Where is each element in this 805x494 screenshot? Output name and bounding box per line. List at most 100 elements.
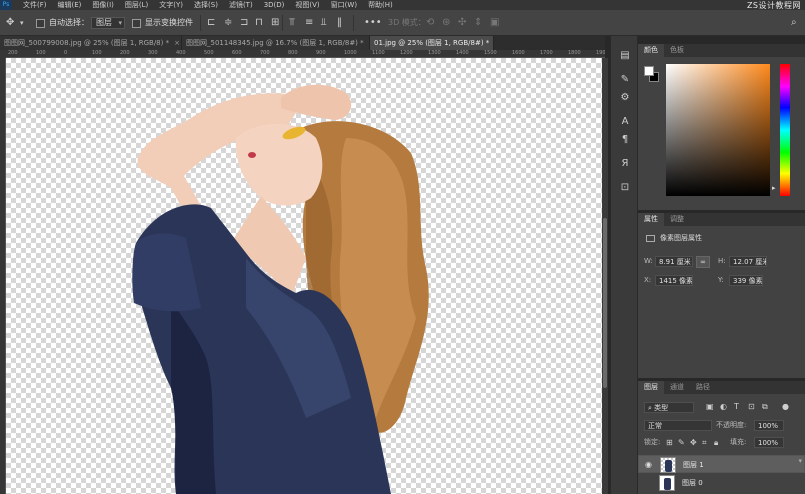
search-icon[interactable]: ⌕ (791, 17, 797, 29)
menu-view[interactable]: 视图(V) (295, 0, 319, 10)
history-icon[interactable]: ▤ (619, 50, 631, 62)
ruler-tick-label: 1700 (540, 50, 553, 56)
color-field[interactable] (666, 64, 770, 196)
glyphs-icon[interactable]: Я (619, 158, 631, 170)
document-canvas[interactable] (6, 58, 602, 494)
align-right-icon[interactable]: ⊐ (240, 17, 248, 29)
horizontal-ruler[interactable]: 200 100 0 100 200 300 400 500 600 700 800 900 1000 11… (6, 50, 605, 58)
filter-pixel-icon[interactable]: ▣ (706, 401, 714, 413)
tab-label: 图图网_501148345.jpg @ 16.7% (图层 1, RGB/8#)… (186, 39, 364, 47)
menu-layer[interactable]: 图层(L) (125, 0, 148, 10)
align-top-icon[interactable]: ⊓ (255, 17, 263, 29)
auto-select-dropdown[interactable]: 图层 (91, 17, 125, 29)
filter-toggle-icon[interactable]: ● (782, 401, 789, 413)
tab-adjustments[interactable]: 调整 (664, 213, 690, 226)
distribute-top-icon[interactable]: ⫪ (289, 17, 295, 29)
3d-roll-icon[interactable]: ⊛ (442, 17, 450, 29)
lock-label: 锁定: (644, 438, 661, 446)
ruler-tick-label: 200 (8, 50, 18, 56)
filter-adjustment-icon[interactable]: ◐ (720, 401, 727, 413)
filter-smart-object-icon[interactable]: ⧉ (762, 401, 768, 413)
menu-image[interactable]: 图像(I) (92, 0, 114, 10)
menu-select[interactable]: 选择(S) (194, 0, 218, 10)
tab-document-2[interactable]: 图图网_501148345.jpg @ 16.7% (图层 1, RGB/8#)… (182, 36, 370, 50)
tab-paths[interactable]: 路径 (690, 381, 716, 394)
x-field[interactable]: 1415 像素 (655, 275, 693, 286)
vertical-scrollbar[interactable] (602, 58, 608, 494)
blend-mode-dropdown[interactable]: 正常 (644, 420, 712, 431)
tab-document-3[interactable]: 01.jpg @ 25% (图层 1, RGB/8#) *× (370, 36, 494, 50)
scroll-thumb[interactable] (603, 218, 607, 388)
libraries-icon[interactable]: ⊡ (619, 182, 631, 194)
lock-position-icon[interactable]: ✥ (690, 437, 697, 449)
tab-label: 01.jpg @ 25% (图层 1, RGB/8#) * (374, 39, 490, 47)
3d-slide-icon[interactable]: ⇕ (474, 17, 482, 29)
filter-shape-icon[interactable]: ⊡ (748, 401, 755, 413)
ruler-tick-label: 1500 (484, 50, 497, 56)
layer-filter-dropdown[interactable]: ⌕ 类型 (644, 402, 694, 413)
menu-3d[interactable]: 3D(D) (264, 0, 285, 10)
ruler-tick-label: 200 (120, 50, 130, 56)
auto-select-checkbox[interactable] (36, 19, 45, 28)
foreground-color-swatch[interactable] (644, 66, 654, 76)
close-icon[interactable]: × (174, 39, 180, 47)
show-transform-label: 显示变换控件 (145, 18, 193, 27)
panel-icon-strip: ▤ ✎ ⚙ A ¶ Я ⊡ (610, 36, 638, 494)
eye-icon[interactable]: ◉ (645, 460, 652, 470)
tab-properties[interactable]: 属性 (638, 213, 664, 226)
menu-bar: Ps 文件(F) 编辑(E) 图像(I) 图层(L) 文字(Y) 选择(S) 滤… (0, 0, 805, 10)
fill-field[interactable]: 100% (754, 437, 784, 448)
layer-row-1[interactable]: ◉ 图层 1 (638, 455, 805, 473)
character-icon[interactable]: A (619, 116, 631, 128)
move-tool-icon[interactable]: ✥ (6, 17, 14, 29)
menu-window[interactable]: 窗口(W) (331, 0, 357, 10)
tab-swatches[interactable]: 色板 (664, 44, 690, 57)
menu-help[interactable]: 帮助(H) (368, 0, 393, 10)
lock-artboard-icon[interactable]: ⌗ (702, 437, 707, 449)
distribute-vcenter-icon[interactable]: ≡ (305, 17, 313, 29)
hue-slider-marker-icon: ▸ (772, 184, 776, 192)
link-icon[interactable]: ∞ (696, 256, 710, 268)
document-tab-bar: 图图网_500799008.jpg @ 25% (图层 1, RGB/8) * ×… (0, 36, 605, 50)
menu-type[interactable]: 文字(Y) (159, 0, 183, 10)
distribute-hcenter-icon[interactable]: ‖ (337, 17, 342, 29)
adjustments-icon[interactable]: ⚙ (619, 92, 631, 104)
paragraph-icon[interactable]: ¶ (619, 134, 631, 146)
menu-filter[interactable]: 滤镜(T) (229, 0, 253, 10)
3d-rotate-icon[interactable]: ⟲ (426, 17, 434, 29)
3d-scale-icon[interactable]: ▣ (490, 17, 499, 29)
align-left-icon[interactable]: ⊏ (207, 17, 215, 29)
ruler-tick-label: 1900 (596, 50, 605, 56)
layer-name: 图层 0 (682, 479, 703, 487)
show-transform-checkbox[interactable] (132, 19, 141, 28)
layer-thumbnail (659, 475, 675, 491)
align-middle-icon[interactable]: ⊞ (271, 17, 279, 29)
lock-pixels-icon[interactable]: ✎ (678, 437, 685, 449)
opacity-field[interactable]: 100% (754, 420, 784, 431)
height-field[interactable]: 12.07 厘米 (729, 256, 767, 267)
tab-color[interactable]: 颜色 (638, 44, 664, 57)
ruler-tick-label: 700 (260, 50, 270, 56)
chevron-down-icon[interactable]: ▾ (20, 17, 24, 29)
hue-slider[interactable] (780, 64, 790, 196)
align-center-icon[interactable]: ≑ (224, 17, 232, 29)
tab-layers[interactable]: 图层 (638, 381, 664, 394)
filter-type-icon[interactable]: T (734, 401, 739, 413)
distribute-bottom-icon[interactable]: ⫫ (321, 17, 327, 29)
layer-row-0[interactable]: 图层 0 (638, 474, 805, 492)
menu-edit[interactable]: 编辑(E) (58, 0, 82, 10)
brush-settings-icon[interactable]: ✎ (619, 74, 631, 86)
more-options-icon[interactable]: ••• (364, 17, 382, 29)
3d-drag-icon[interactable]: ✣ (458, 17, 466, 29)
lock-transparency-icon[interactable]: ⊞ (666, 437, 673, 449)
y-label: Y: (718, 276, 724, 284)
tab-channels[interactable]: 通道 (664, 381, 690, 394)
tab-document-1[interactable]: 图图网_500799008.jpg @ 25% (图层 1, RGB/8) * × (0, 36, 182, 50)
y-field[interactable]: 339 像素 (729, 275, 763, 286)
menu-file[interactable]: 文件(F) (23, 0, 47, 10)
ruler-tick-label: 1400 (456, 50, 469, 56)
width-field[interactable]: 8.91 厘米 (655, 256, 693, 267)
ruler-tick-label: 1000 (344, 50, 357, 56)
ruler-tick-label: 800 (288, 50, 298, 56)
lock-all-icon[interactable]: 🔒︎ (714, 437, 718, 449)
